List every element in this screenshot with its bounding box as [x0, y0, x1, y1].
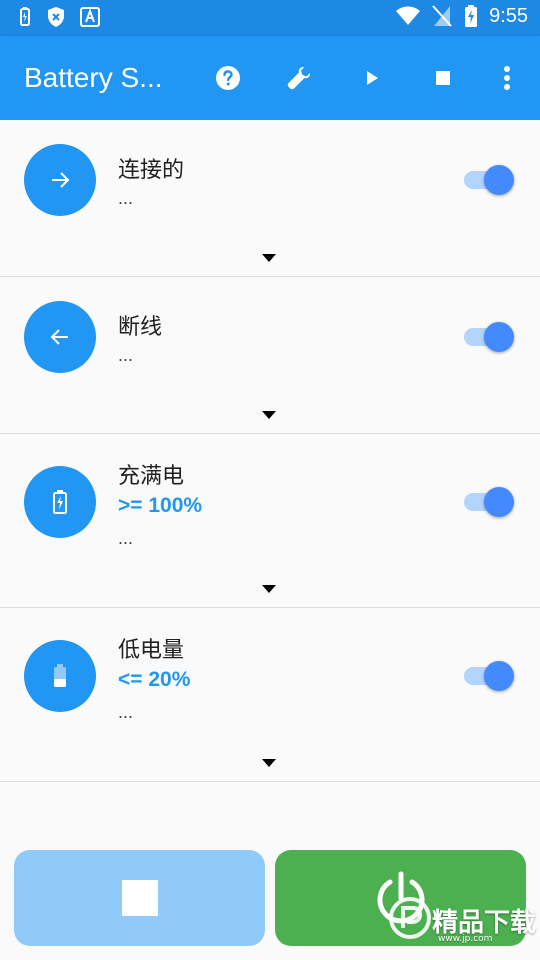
item-avatar — [24, 144, 96, 216]
status-right-icons: 9:55 — [395, 4, 528, 28]
stop-service-button[interactable] — [14, 850, 265, 946]
item-avatar — [24, 301, 96, 373]
item-title: 充满电 — [118, 464, 185, 489]
watermark-logo-icon — [389, 897, 431, 939]
expand-arrow-icon[interactable] — [260, 252, 278, 264]
toggle-thumb — [484, 661, 514, 691]
item-avatar — [24, 640, 96, 712]
expand-arrow-icon[interactable] — [260, 583, 278, 595]
list-item-fully-charged[interactable]: 充满电 >= 100% ... — [0, 434, 540, 608]
settings-button[interactable] — [281, 60, 317, 96]
status-time: 9:55 — [489, 4, 528, 27]
arrow-right-icon — [52, 172, 70, 188]
item-details: ... — [118, 188, 134, 208]
more-options-button[interactable] — [489, 60, 525, 96]
arrow-left-icon — [50, 329, 68, 345]
item-avatar — [24, 466, 96, 538]
expand-arrow-icon[interactable] — [260, 409, 278, 421]
help-icon — [216, 66, 240, 90]
shield-x-icon — [46, 6, 66, 28]
toggle-thumb — [484, 487, 514, 517]
item-condition: <= 20% — [118, 668, 191, 691]
status-left-icons — [18, 6, 100, 28]
help-button[interactable] — [210, 60, 246, 96]
wrench-icon — [287, 66, 311, 90]
app-bar: Battery S... — [0, 36, 540, 120]
item-details: ... — [118, 345, 134, 365]
stop-button[interactable] — [425, 60, 461, 96]
item-toggle[interactable] — [462, 486, 514, 517]
font-a-icon — [80, 6, 100, 28]
battery-charging-icon — [53, 490, 67, 514]
play-button[interactable] — [354, 60, 390, 96]
stop-icon — [436, 71, 450, 85]
item-title: 低电量 — [118, 638, 185, 663]
play-icon — [367, 71, 378, 85]
list-item-disconnected[interactable]: 断线 ... — [0, 277, 540, 434]
list-item-connected[interactable]: 连接的 ... — [0, 120, 540, 277]
app-title: Battery S... — [24, 62, 163, 93]
item-details: ... — [118, 528, 134, 548]
toggle-thumb — [484, 322, 514, 352]
item-condition: >= 100% — [118, 494, 203, 517]
expand-arrow-icon[interactable] — [260, 757, 278, 769]
more-vert-icon — [504, 66, 510, 90]
status-bar: 9:55 — [0, 0, 540, 36]
battery-low-icon — [54, 664, 66, 687]
item-title: 连接的 — [118, 158, 185, 183]
list-item-low-battery[interactable]: 低电量 <= 20% ... — [0, 608, 540, 782]
battery-charging-icon — [463, 4, 479, 28]
item-details: ... — [118, 702, 134, 722]
stop-square-icon — [121, 880, 158, 916]
item-toggle[interactable] — [462, 164, 514, 195]
wifi-icon — [395, 5, 421, 27]
watermark-url: www.jp.com — [438, 934, 493, 944]
no-sim-icon — [431, 4, 453, 28]
item-title: 断线 — [118, 315, 163, 340]
watermark: 精品下载 www.jp.com — [388, 888, 540, 952]
battery-saver-icon — [18, 6, 32, 28]
toggle-thumb — [484, 165, 514, 195]
item-toggle[interactable] — [462, 660, 514, 691]
item-toggle[interactable] — [462, 321, 514, 352]
